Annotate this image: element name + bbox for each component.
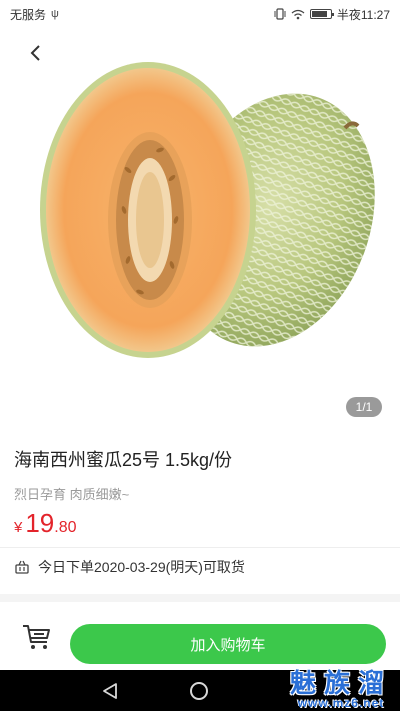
pickup-info: 今日下单2020-03-29(明天)可取货	[0, 548, 400, 586]
product-image[interactable]	[0, 60, 400, 420]
status-right: 半夜11:27	[274, 6, 390, 23]
basket-icon	[15, 560, 29, 574]
add-to-cart-button[interactable]: 加入购物车	[70, 624, 386, 664]
nav-back-icon[interactable]	[100, 682, 120, 700]
usb-icon: ψ	[51, 8, 59, 20]
cart-button[interactable]	[20, 620, 54, 652]
status-time: 半夜11:27	[336, 7, 390, 22]
vibrate-icon	[274, 8, 286, 20]
system-nav-bar: 魅族溜 www.mz6.net	[0, 670, 400, 711]
price-currency: ¥	[14, 519, 23, 536]
cart-icon	[23, 625, 50, 649]
wifi-icon	[291, 9, 305, 19]
pickup-text: 今日下单2020-03-29(明天)可取货	[38, 559, 245, 575]
watermark-url: www.mz6.net	[297, 696, 385, 710]
product-title: 海南西州蜜瓜25号 1.5kg/份	[14, 450, 233, 470]
watermark: 魅族溜 www.mz6.net	[290, 671, 392, 709]
carrier-text: 无服务	[10, 7, 47, 22]
bottom-action-bar: 加入购物车	[0, 602, 400, 670]
battery-icon	[309, 9, 334, 19]
product-subtitle: 烈日孕育 肉质细嫩~	[14, 487, 130, 502]
status-bar: 无服务 ψ 半夜11:27	[0, 0, 400, 28]
price-decimal: .80	[54, 519, 77, 536]
price-integer: 19	[25, 508, 55, 538]
section-divider	[0, 594, 400, 602]
image-counter: 1/1	[346, 397, 382, 417]
status-left: 无服务 ψ	[10, 6, 59, 23]
watermark-title: 魅族溜	[289, 669, 392, 699]
nav-home-icon[interactable]	[190, 682, 208, 700]
price: ¥ 19 .80	[14, 508, 77, 539]
